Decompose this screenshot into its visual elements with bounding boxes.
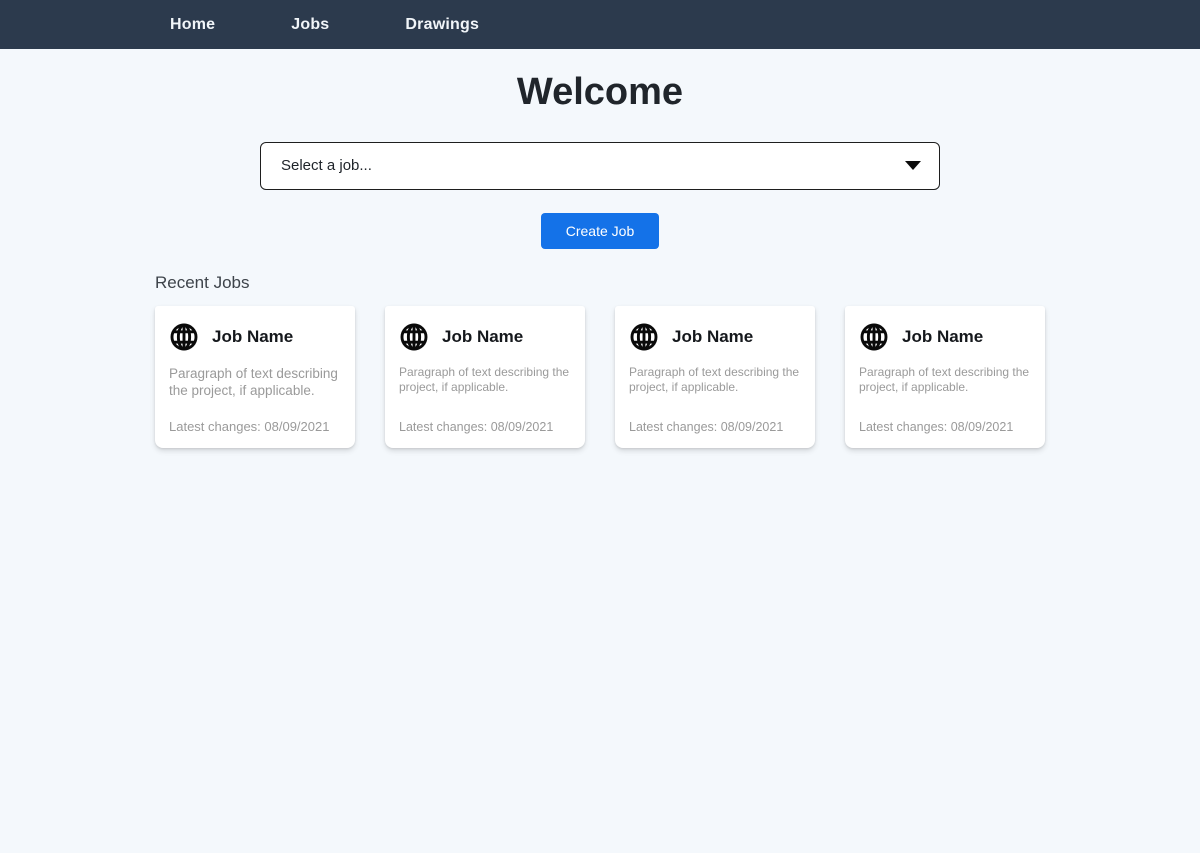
globe-icon <box>399 322 429 352</box>
job-card-grid: Job Name Paragraph of text describing th… <box>155 306 1045 448</box>
top-navbar: Home Jobs Drawings <box>0 0 1200 49</box>
job-card-title: Job Name <box>212 327 293 347</box>
job-card-description: Paragraph of text describing the project… <box>399 365 571 397</box>
job-card[interactable]: Job Name Paragraph of text describing th… <box>155 306 355 448</box>
job-card-title: Job Name <box>442 327 523 347</box>
job-card-title: Job Name <box>672 327 753 347</box>
job-card-latest-changes: Latest changes: 08/09/2021 <box>399 420 571 434</box>
nav-list: Home Jobs Drawings <box>155 16 1045 34</box>
job-select-value: Select a job... <box>281 157 372 174</box>
main-content: Welcome Select a job... Create Job Recen… <box>0 70 1200 448</box>
job-select[interactable]: Select a job... <box>260 142 940 190</box>
create-job-row: Create Job <box>0 190 1200 249</box>
nav-item-jobs[interactable]: Jobs <box>291 16 329 34</box>
job-card-header: Job Name <box>859 322 1031 352</box>
job-card-latest-changes: Latest changes: 08/09/2021 <box>859 420 1031 434</box>
job-card-latest-changes: Latest changes: 08/09/2021 <box>629 420 801 434</box>
nav-item-drawings[interactable]: Drawings <box>405 16 479 34</box>
recent-jobs-heading: Recent Jobs <box>155 273 1045 293</box>
job-card-latest-changes: Latest changes: 08/09/2021 <box>169 419 341 434</box>
recent-jobs-section: Recent Jobs Job Name Paragr <box>155 273 1045 448</box>
job-card-title: Job Name <box>902 327 983 347</box>
job-card-header: Job Name <box>629 322 801 352</box>
globe-icon <box>169 322 199 352</box>
job-card-description: Paragraph of text describing the project… <box>629 365 801 397</box>
job-card[interactable]: Job Name Paragraph of text describing th… <box>845 306 1045 448</box>
nav-item-home[interactable]: Home <box>170 16 215 34</box>
job-card[interactable]: Job Name Paragraph of text describing th… <box>385 306 585 448</box>
job-card-header: Job Name <box>399 322 571 352</box>
globe-icon <box>859 322 889 352</box>
create-job-button[interactable]: Create Job <box>541 213 659 249</box>
caret-down-icon <box>905 161 921 170</box>
page-title: Welcome <box>0 70 1200 116</box>
job-card-description: Paragraph of text describing the project… <box>169 365 341 400</box>
globe-icon <box>629 322 659 352</box>
job-card-description: Paragraph of text describing the project… <box>859 365 1031 397</box>
job-card-header: Job Name <box>169 322 341 352</box>
job-card[interactable]: Job Name Paragraph of text describing th… <box>615 306 815 448</box>
